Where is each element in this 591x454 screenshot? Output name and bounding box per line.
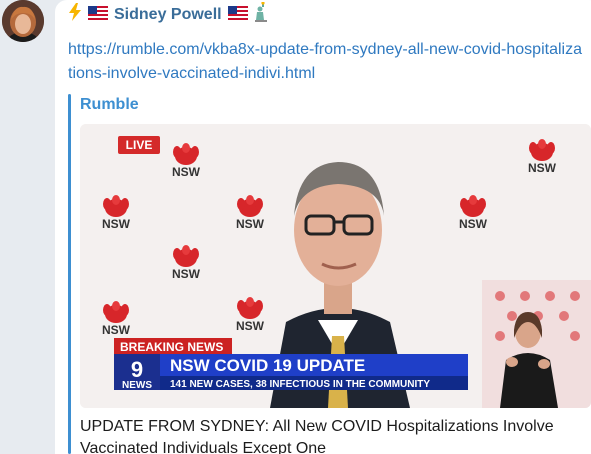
avatar-photo	[2, 0, 44, 42]
sender-name[interactable]: Sidney Powell	[114, 6, 222, 24]
live-badge: LIVE	[118, 136, 160, 154]
message-link[interactable]: https://rumble.com/vkba8x-update-from-sy…	[68, 38, 583, 86]
svg-text:NSW: NSW	[236, 319, 265, 333]
statue-of-liberty-icon	[254, 0, 268, 29]
svg-text:141 NEW CASES, 38 INFECTIOUS I: 141 NEW CASES, 38 INFECTIOUS IN THE COMM…	[170, 379, 430, 390]
svg-text:NSW: NSW	[528, 161, 557, 175]
svg-text:NSW COVID 19 UPDATE: NSW COVID 19 UPDATE	[170, 356, 365, 375]
preview-site-name[interactable]: Rumble	[80, 94, 139, 116]
video-thumbnail[interactable]: NSW NSW NSW NSW NSW NSW NSW NSW LIVE BRE…	[80, 124, 591, 408]
interpreter-inset	[482, 280, 591, 408]
svg-text:BREAKING NEWS: BREAKING NEWS	[120, 340, 223, 354]
svg-text:9: 9	[131, 357, 143, 382]
headline-bar: NSW COVID 19 UPDATE 141 NEW CASES, 38 IN…	[160, 354, 468, 390]
us-flag-icon	[227, 5, 248, 25]
svg-text:NSW: NSW	[236, 217, 265, 231]
preview-title[interactable]: UPDATE FROM SYDNEY: All New COVID Hospit…	[80, 416, 590, 454]
nine-news-logo: 9 NEWS	[114, 354, 160, 391]
lightning-icon	[68, 2, 82, 28]
avatar[interactable]	[2, 0, 44, 42]
us-flag-icon	[88, 5, 108, 25]
preview-accent-bar	[68, 94, 71, 454]
svg-text:NSW: NSW	[172, 165, 201, 179]
breaking-news-banner: BREAKING NEWS	[114, 338, 232, 354]
telegram-chat: Sidney Powell https://rumble.com/vkba8x-…	[0, 0, 591, 454]
svg-text:NSW: NSW	[459, 217, 488, 231]
sender-name-row[interactable]: Sidney Powell	[68, 0, 268, 29]
svg-text:NEWS: NEWS	[122, 380, 152, 391]
svg-text:NSW: NSW	[102, 217, 131, 231]
svg-text:NSW: NSW	[172, 267, 201, 281]
svg-text:LIVE: LIVE	[126, 138, 153, 152]
svg-text:NSW: NSW	[102, 323, 131, 337]
